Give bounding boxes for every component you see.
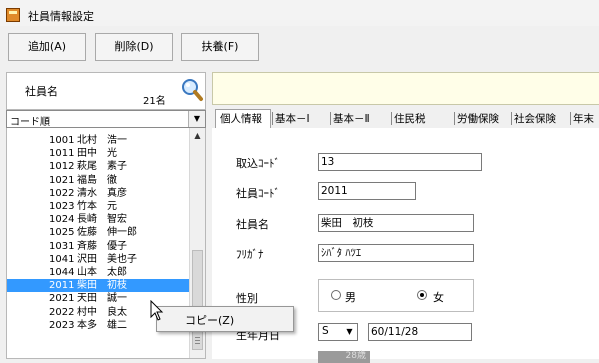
employee-name: 清水 真彦 [77, 187, 127, 199]
sort-value: コード順 [10, 117, 50, 128]
employee-row[interactable]: 1031 斉藤 優子 [7, 240, 190, 253]
employee-row[interactable]: 1041 沢田 美也子 [7, 253, 190, 266]
employee-row[interactable]: 2011 柴田 初枝 [7, 279, 190, 293]
grip-line [195, 340, 200, 341]
employee-row[interactable]: 1021 福島 徹 [7, 174, 190, 187]
employee-code: 2021 [49, 293, 75, 305]
scroll-up-icon[interactable]: ▲ [190, 128, 205, 144]
grip-line [195, 337, 200, 338]
gender-female-radio[interactable] [417, 290, 427, 300]
employee-name: 柴田 初枝 [77, 280, 127, 292]
employee-name-label: 社員名 [236, 218, 269, 231]
employee-name: 福島 徹 [77, 174, 117, 186]
context-menu: コピー(Z) [156, 306, 294, 332]
mouse-cursor-icon [150, 300, 164, 321]
employee-row[interactable]: 1024 長崎 智宏 [7, 213, 190, 226]
tab-separator [330, 112, 331, 125]
tab-1[interactable]: 個人情報 [215, 109, 271, 129]
employee-row[interactable]: 1025 佐藤 伸一郎 [7, 226, 190, 239]
employee-code-input[interactable]: 2011 [318, 182, 416, 200]
gender-female-label: 女 [433, 291, 444, 304]
employee-code: 1022 [49, 187, 75, 199]
employee-name: 本多 雄二 [77, 319, 127, 331]
era-value: S [322, 325, 329, 337]
employee-code: 1021 [49, 174, 75, 186]
tab-4[interactable]: 住民税 [394, 110, 426, 128]
search-icon [182, 79, 203, 101]
detail-header [212, 72, 599, 105]
title-bar: 社員情報設定 [0, 0, 599, 26]
employee-name: 萩尾 素子 [77, 161, 127, 173]
tab-separator [272, 112, 273, 125]
tab-bar: 個人情報 基本－Ⅰ 基本－Ⅱ 住民税 労働保険 社会保険 年末 [212, 109, 599, 129]
employee-row[interactable]: 1011 田中 光 [7, 147, 190, 160]
gender-label: 性別 [236, 292, 258, 305]
employee-code: 1011 [49, 148, 75, 160]
chevron-down-icon[interactable]: ▼ [342, 324, 357, 340]
app-icon [6, 8, 20, 22]
employee-row[interactable]: 1022 清水 真彦 [7, 187, 190, 200]
furigana-input[interactable]: ｼﾊﾞﾀ ﾊﾂｴ [318, 244, 474, 262]
search-button[interactable] [179, 75, 205, 105]
gender-male-label: 男 [345, 291, 356, 304]
chevron-down-icon[interactable]: ▼ [188, 111, 205, 127]
employee-code: 1012 [49, 161, 75, 173]
torikomi-code-label: 取込ｺｰﾄﾞ [236, 157, 280, 170]
age-badge: 28歳 [318, 351, 370, 363]
tab-separator [570, 112, 571, 125]
employee-list-header: 社員名 21名 [6, 72, 206, 110]
tab-separator [391, 112, 392, 125]
tab-separator [454, 112, 455, 125]
scroll-thumb[interactable] [192, 250, 203, 350]
tab-3[interactable]: 基本－Ⅱ [333, 110, 370, 128]
window-title: 社員情報設定 [28, 10, 94, 23]
employee-code: 1001 [49, 135, 75, 146]
delete-button[interactable]: 削除(D) [95, 33, 173, 61]
tab-7[interactable]: 年末 [573, 110, 594, 128]
employee-code: 1025 [49, 227, 75, 239]
tab-separator [511, 112, 512, 125]
add-button[interactable]: 追加(A) [8, 33, 86, 61]
birthdate-input[interactable]: 60/11/28 [368, 323, 472, 341]
era-select[interactable]: S ▼ [318, 323, 358, 341]
employee-name: 田中 光 [77, 148, 117, 160]
employee-code: 1024 [49, 214, 75, 226]
employee-count: 21名 [143, 96, 166, 107]
employee-code: 2011 [49, 280, 75, 292]
employee-code-label: 社員ｺｰﾄﾞ [236, 187, 280, 200]
gender-male-radio[interactable] [331, 290, 341, 300]
gender-radio-group: 男 女 [318, 279, 474, 312]
employee-name: 天田 誠一 [77, 293, 127, 305]
employee-name: 長崎 智宏 [77, 214, 127, 226]
employee-code: 1041 [49, 253, 75, 265]
furigana-label: ﾌﾘｶﾞﾅ [236, 248, 264, 261]
employee-name: 竹本 元 [77, 201, 117, 212]
employee-row[interactable]: 1001 北村 浩一 [7, 134, 190, 147]
employee-row[interactable]: 1044 山本 太郎 [7, 266, 190, 279]
tab-5[interactable]: 労働保険 [457, 110, 499, 128]
employee-code: 2022 [49, 306, 75, 318]
employee-name-input[interactable]: 柴田 初枝 [318, 214, 474, 232]
employee-row[interactable]: 1012 萩尾 素子 [7, 160, 190, 173]
employee-name: 村中 良太 [77, 306, 127, 318]
employee-name: 沢田 美也子 [77, 253, 137, 265]
employee-name: 斉藤 優子 [77, 240, 127, 252]
employee-code: 1031 [49, 240, 75, 252]
tab-6[interactable]: 社会保険 [514, 110, 556, 128]
employee-code: 2023 [49, 319, 75, 331]
employee-code: 1023 [49, 201, 75, 212]
employee-name: 佐藤 伸一郎 [77, 227, 137, 239]
employee-name: 北村 浩一 [77, 135, 127, 146]
grip-line [195, 343, 200, 344]
support-button[interactable]: 扶養(F) [181, 33, 259, 61]
sort-select[interactable]: コード順 ▼ [6, 110, 206, 128]
employee-name: 山本 太郎 [77, 267, 127, 278]
copy-menu-item[interactable]: コピー(Z) [185, 312, 234, 328]
employee-row[interactable]: 1023 竹本 元 [7, 200, 190, 213]
tab-2[interactable]: 基本－Ⅰ [275, 110, 310, 128]
employee-name-header: 社員名 [25, 85, 58, 98]
employee-code: 1044 [49, 267, 75, 278]
torikomi-code-input[interactable]: 13 [318, 153, 482, 171]
